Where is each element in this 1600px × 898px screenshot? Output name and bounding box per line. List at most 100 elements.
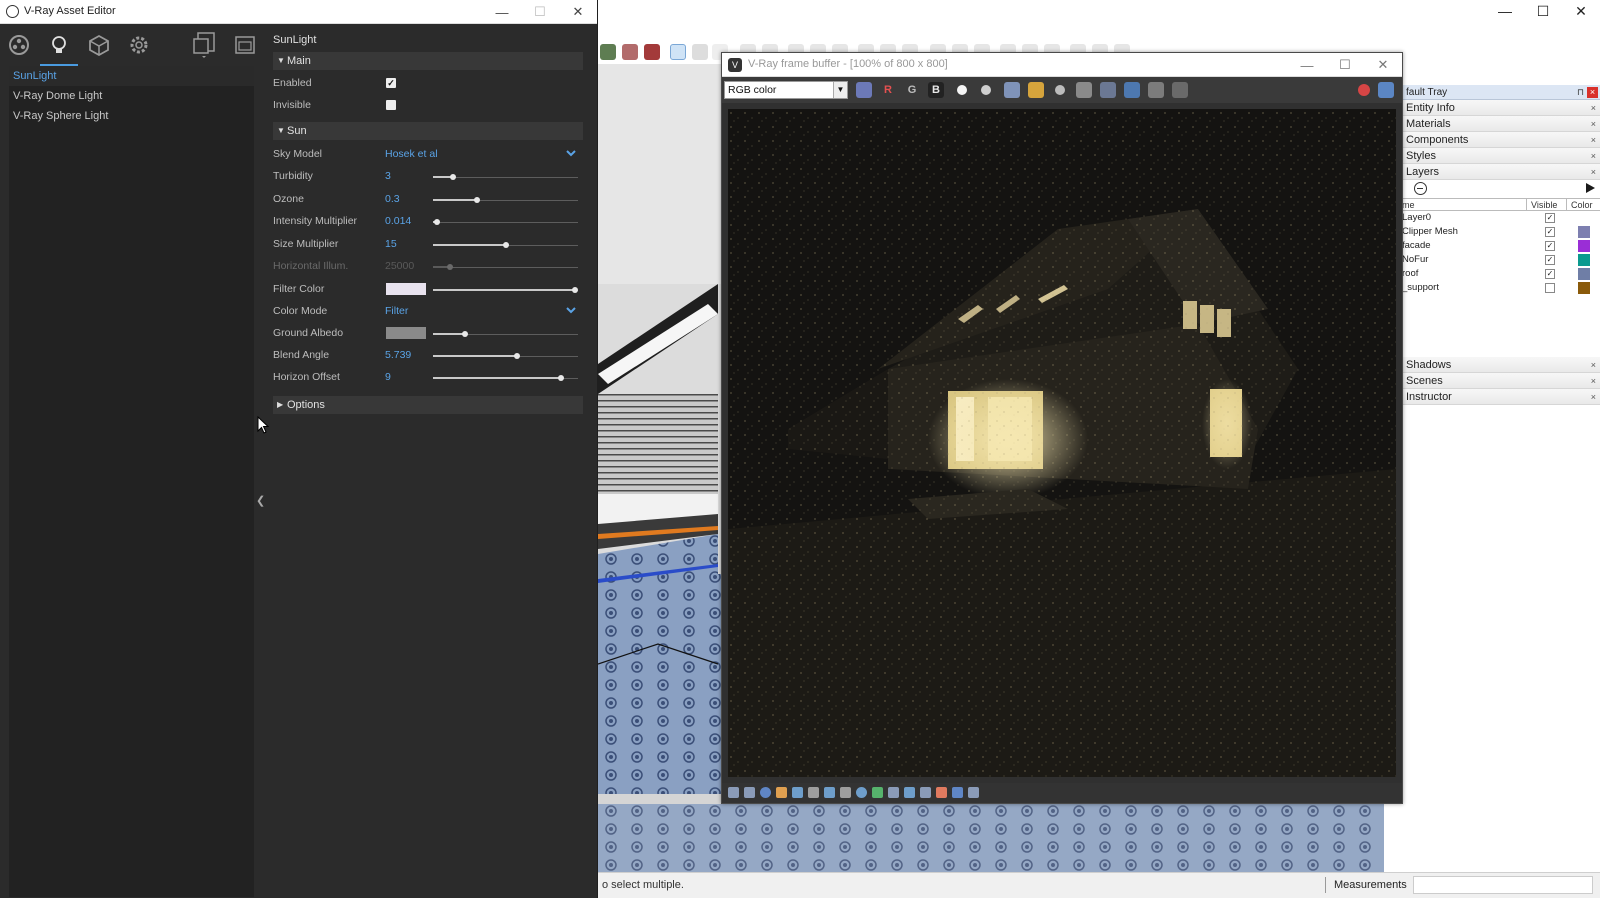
close-icon[interactable]: × — [1591, 389, 1596, 405]
blue-channel-button[interactable]: B — [928, 82, 944, 98]
measurements-input[interactable] — [1413, 876, 1593, 894]
layer-visible-checkbox[interactable]: ✓ — [1545, 241, 1555, 251]
close-icon[interactable]: × — [1591, 100, 1596, 116]
slider-knob[interactable] — [434, 219, 441, 225]
lens-effects-icon[interactable] — [1172, 82, 1188, 98]
ozone-value[interactable]: 0.3 — [385, 193, 400, 205]
layer-visible-checkbox[interactable]: ✓ — [1545, 255, 1555, 265]
invisible-checkbox[interactable] — [386, 100, 396, 110]
close-icon[interactable]: × — [1591, 116, 1596, 132]
section-options[interactable]: ▶ Options — [273, 396, 583, 414]
select-tool-icon[interactable] — [670, 44, 686, 60]
monochrome-icon[interactable] — [978, 82, 994, 98]
lut-icon[interactable] — [888, 787, 899, 798]
link-viewport-icon[interactable] — [1100, 82, 1116, 98]
close-icon[interactable]: × — [1591, 132, 1596, 148]
minimize-button[interactable]: — — [1288, 53, 1326, 77]
eraser-icon[interactable] — [644, 44, 660, 60]
minimize-button[interactable]: — — [483, 0, 521, 24]
close-icon[interactable]: × — [1591, 373, 1596, 389]
tray-close-button[interactable]: × — [1587, 87, 1598, 98]
horizon-offset-value[interactable]: 9 — [385, 371, 391, 383]
close-icon[interactable]: × — [1591, 148, 1596, 164]
enabled-checkbox[interactable]: ✓ — [386, 78, 396, 88]
white-balance-icon[interactable] — [872, 787, 883, 798]
tray-section-entity-info[interactable]: Entity Info × — [1400, 100, 1600, 116]
turbidity-value[interactable]: 3 — [385, 170, 391, 182]
correction-icon[interactable] — [1148, 82, 1164, 98]
close-button[interactable]: ✕ — [559, 0, 597, 24]
pixel-aspect-icon[interactable] — [792, 787, 803, 798]
channel-select[interactable]: RGB color ▼ — [724, 81, 848, 99]
ab-swap-icon[interactable] — [952, 787, 963, 798]
render-teapot-icon[interactable] — [1378, 82, 1394, 98]
intensity-multiplier-value[interactable]: 0.014 — [385, 215, 411, 227]
slider-knob[interactable] — [461, 331, 468, 337]
slider-knob[interactable] — [557, 375, 564, 381]
size-multiplier-value[interactable]: 15 — [385, 238, 397, 250]
vfb-render-image[interactable] — [728, 109, 1396, 777]
color-levels-icon[interactable] — [808, 787, 819, 798]
tray-section-styles[interactable]: Styles × — [1400, 148, 1600, 164]
stop-render-icon[interactable] — [1356, 82, 1372, 98]
exposure-icon[interactable] — [856, 787, 867, 798]
paint-bucket-icon[interactable] — [622, 44, 638, 60]
chevron-down-icon[interactable]: ▼ — [833, 82, 847, 98]
close-icon[interactable]: × — [1591, 357, 1596, 373]
layer-row[interactable]: Layer0 ✓ — [1400, 211, 1600, 225]
column-color[interactable]: Color — [1566, 199, 1593, 211]
open-folder-icon[interactable] — [1028, 82, 1044, 98]
tray-section-scenes[interactable]: Scenes × — [1400, 373, 1600, 389]
layer-row[interactable]: _support — [1400, 281, 1600, 295]
tray-section-instructor[interactable]: Instructor × — [1400, 389, 1600, 405]
layer-visible-checkbox[interactable]: ✓ — [1545, 227, 1555, 237]
materials-category-icon[interactable] — [4, 30, 34, 60]
settings-category-icon[interactable] — [124, 30, 154, 60]
clear-image-icon[interactable] — [1052, 82, 1068, 98]
chevron-down-icon[interactable] — [565, 147, 577, 159]
list-item-sphere-light[interactable]: V-Ray Sphere Light — [9, 106, 254, 126]
maximize-button[interactable]: ☐ — [521, 0, 559, 24]
ab-split-icon[interactable] — [968, 787, 979, 798]
pencil-icon[interactable] — [692, 44, 708, 60]
section-sun[interactable]: ▼ Sun — [273, 122, 583, 140]
layer-row[interactable]: NoFur ✓ — [1400, 253, 1600, 267]
show-history-icon[interactable] — [1124, 82, 1140, 98]
slider-knob[interactable] — [450, 174, 457, 180]
layer-visible-checkbox[interactable] — [1545, 283, 1555, 293]
sky-model-dropdown[interactable]: Hosek et al — [385, 148, 438, 160]
vertical-compare-icon[interactable] — [936, 787, 947, 798]
column-visible[interactable]: Visible — [1526, 199, 1566, 211]
red-channel-button[interactable]: R — [880, 82, 896, 98]
slider-knob[interactable] — [502, 242, 509, 248]
layer-color-swatch[interactable] — [1578, 268, 1590, 280]
close-button[interactable]: ✕ — [1364, 53, 1402, 77]
render-window-icon[interactable] — [230, 30, 260, 60]
save-image-icon[interactable] — [1004, 82, 1020, 98]
geometry-category-icon[interactable] — [84, 30, 114, 60]
alpha-white-icon[interactable] — [954, 82, 970, 98]
layer-row[interactable]: Clipper Mesh ✓ — [1400, 225, 1600, 239]
blend-angle-value[interactable]: 5.739 — [385, 349, 411, 361]
layer-details-arrow-icon[interactable] — [1584, 182, 1596, 194]
orbit-icon[interactable] — [600, 44, 616, 60]
copy-icon[interactable] — [744, 787, 755, 798]
layer-row[interactable]: facade ✓ — [1400, 239, 1600, 253]
layer-visible-checkbox[interactable]: ✓ — [1545, 269, 1555, 279]
histogram-icon[interactable] — [824, 787, 835, 798]
layer-color-swatch[interactable] — [1578, 240, 1590, 252]
close-button[interactable]: ✕ — [1562, 0, 1600, 22]
chevron-down-icon[interactable] — [565, 304, 577, 316]
tray-section-components[interactable]: Components × — [1400, 132, 1600, 148]
horizontal-compare-icon[interactable] — [920, 787, 931, 798]
maximize-button[interactable]: ☐ — [1326, 53, 1364, 77]
region-render-icon[interactable] — [1076, 82, 1092, 98]
track-mouse-icon[interactable] — [728, 787, 739, 798]
pin-icon[interactable]: ⊓ — [1577, 85, 1584, 100]
curve-icon[interactable] — [840, 787, 851, 798]
list-item-dome-light[interactable]: V-Ray Dome Light — [9, 86, 254, 106]
color-mode-dropdown[interactable]: Filter — [385, 305, 408, 317]
list-item-sunlight[interactable]: SunLight — [9, 66, 254, 86]
layer-row[interactable]: roof ✓ — [1400, 267, 1600, 281]
vfb-info-icon[interactable] — [760, 787, 771, 798]
